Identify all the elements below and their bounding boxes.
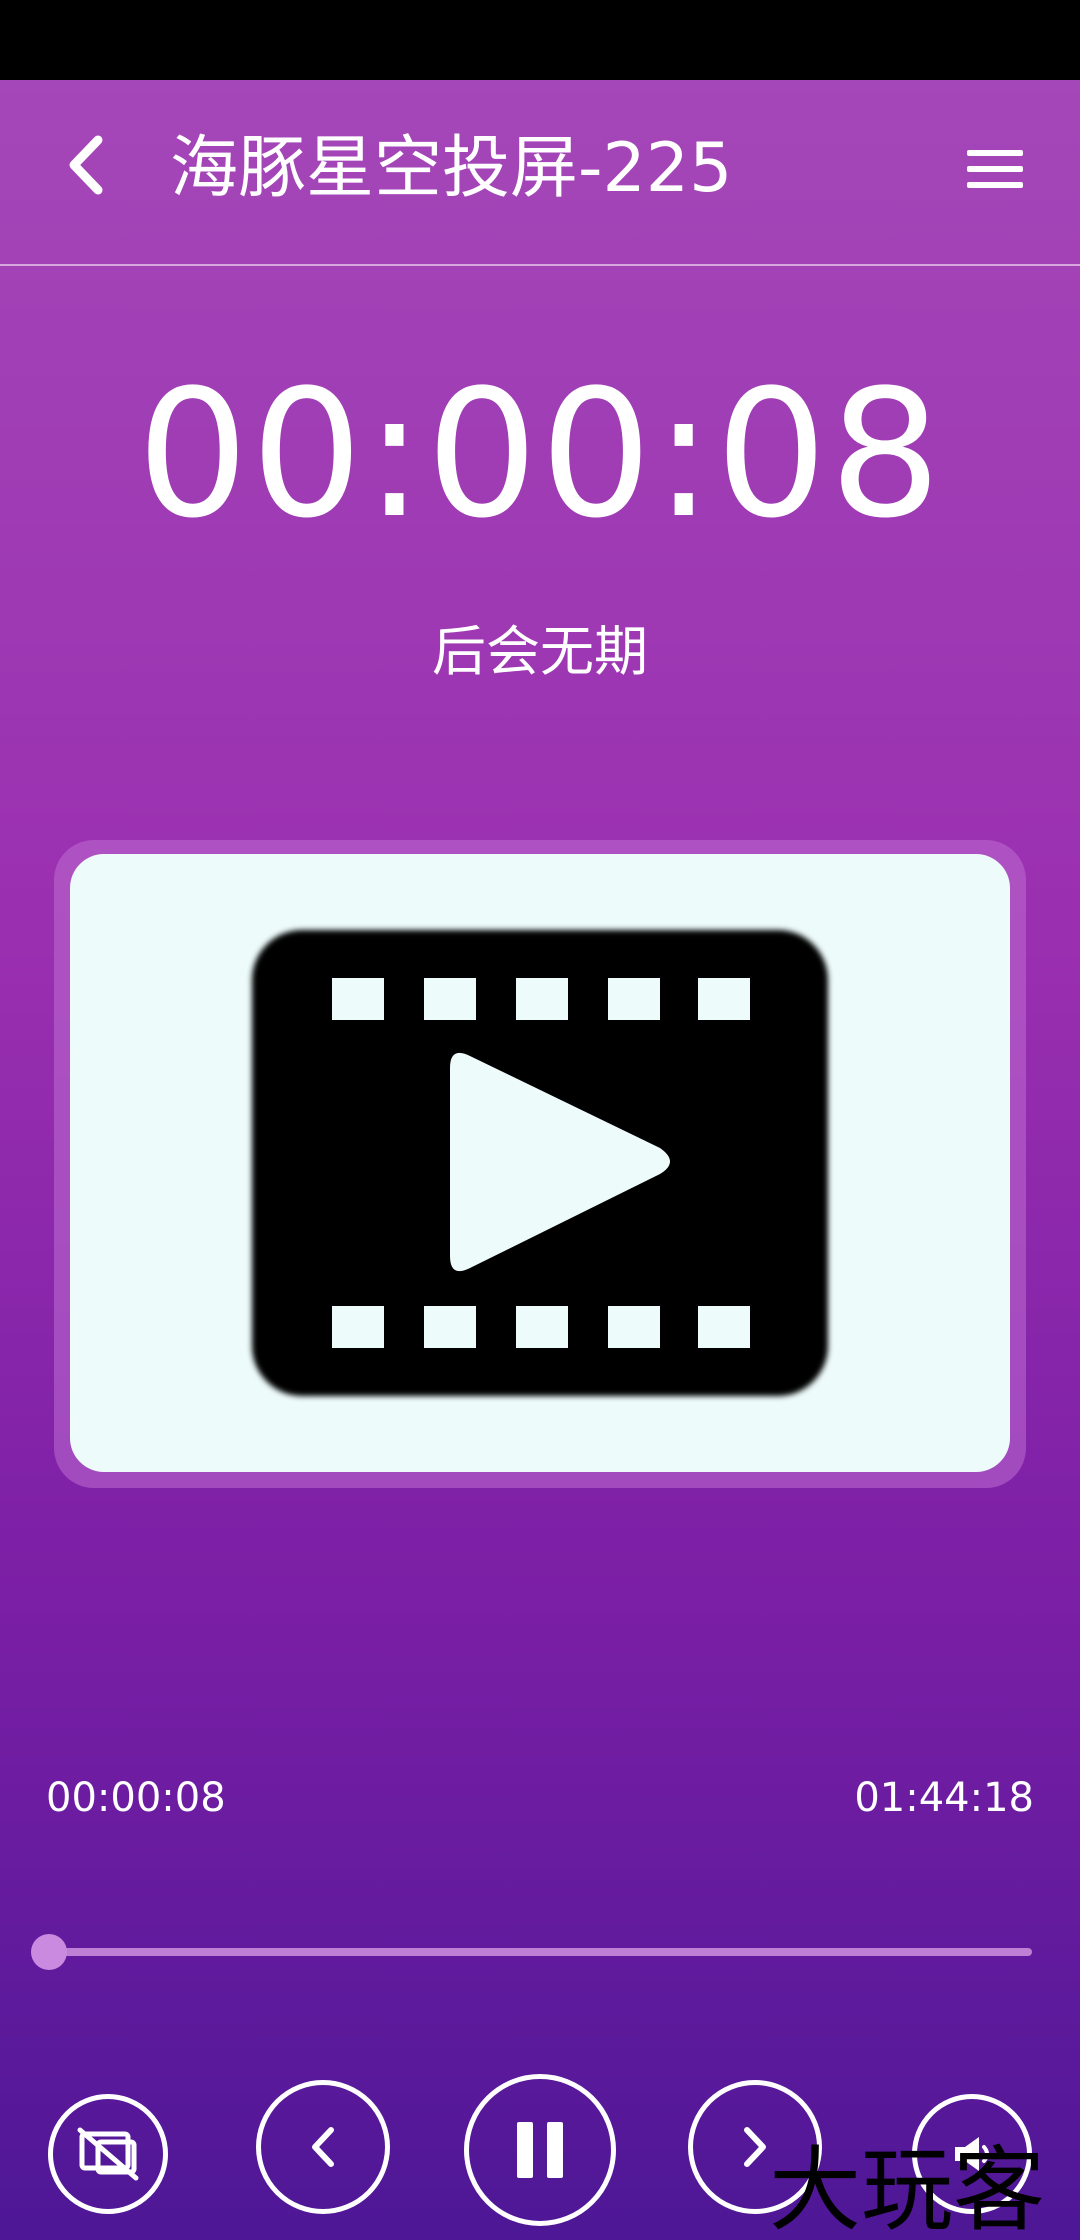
total-time: 01:44:18	[854, 1775, 1034, 1821]
current-time: 00:00:08	[46, 1775, 226, 1821]
video-film-play-icon	[252, 930, 828, 1396]
watermark-logo: 大玩客	[769, 2137, 1045, 2240]
header-divider	[0, 264, 1080, 266]
elapsed-timer: 00:00:08	[136, 352, 944, 557]
hamburger-menu-icon	[967, 150, 1023, 188]
track-title: 后会无期	[432, 620, 648, 683]
stop-cast-button[interactable]	[48, 2094, 168, 2214]
header: 海豚星空投屏-225	[0, 80, 1080, 264]
back-button[interactable]	[40, 120, 130, 210]
watermark-text: 大玩客	[769, 2137, 1045, 2240]
chevron-left-icon	[312, 2127, 334, 2167]
status-bar	[0, 0, 1080, 80]
pause-icon	[517, 2122, 563, 2178]
page-title: 海豚星空投屏-225	[170, 129, 733, 208]
cover-frame	[54, 840, 1026, 1488]
progress-slider[interactable]	[31, 1934, 1032, 1970]
progress-thumb[interactable]	[31, 1934, 68, 1970]
player-screen: 海豚星空投屏-225 00:00:08 后会无期 00:00:08 01:44:…	[0, 80, 1080, 2240]
pause-button[interactable]	[464, 2074, 616, 2226]
chevron-left-icon	[69, 135, 103, 195]
previous-button[interactable]	[256, 2080, 390, 2214]
cover-art	[70, 854, 1010, 1472]
menu-button[interactable]	[950, 124, 1040, 214]
screen-cast-off-icon	[77, 2127, 139, 2181]
